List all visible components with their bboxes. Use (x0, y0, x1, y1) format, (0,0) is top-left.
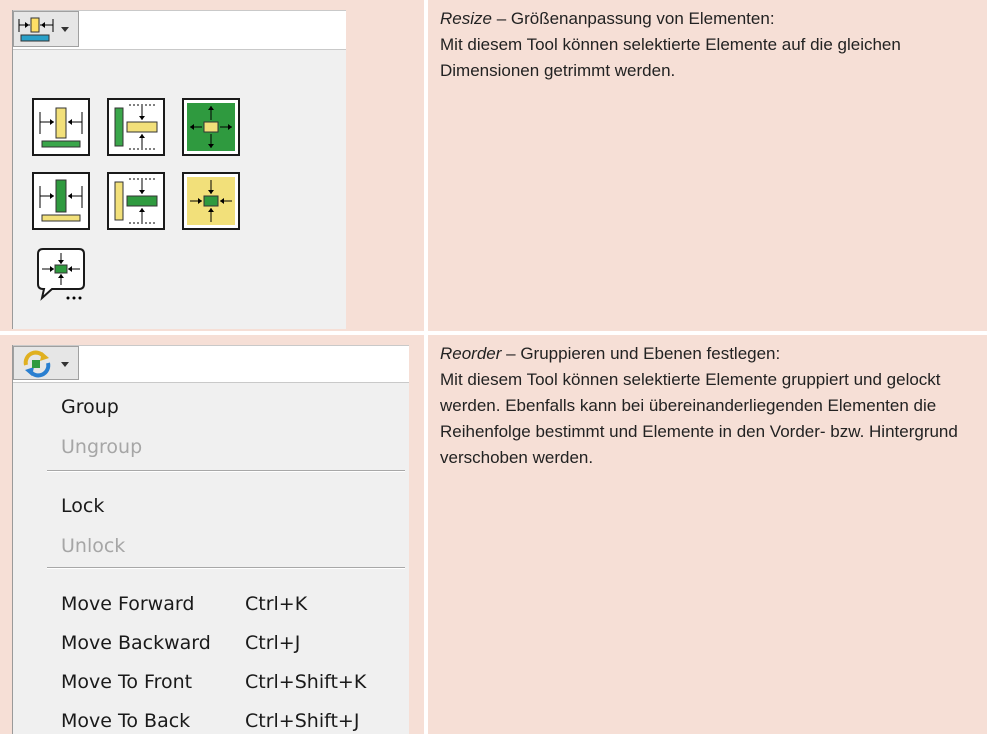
resize-objects-icon (18, 17, 54, 42)
reorder-menu-screenshot: Group Ungroup Lock Unlock Move Forward C… (12, 345, 409, 734)
menu-item-move-forward[interactable]: Move Forward (61, 593, 194, 615)
palette-toolbar (13, 10, 346, 50)
menu-item-move-to-front[interactable]: Move To Front (61, 671, 192, 693)
min-width-icon[interactable] (32, 172, 90, 230)
reorder-image-cell: Group Ungroup Lock Unlock Move Forward C… (0, 335, 424, 734)
reorder-icon (23, 350, 51, 378)
resize-body: Mit diesem Tool können selektierte Eleme… (440, 35, 901, 80)
reorder-description: Reorder – Gruppieren und Ebenen festlege… (440, 341, 970, 471)
reorder-body: Mit diesem Tool können selektierte Eleme… (440, 370, 958, 467)
resize-palette-screenshot (12, 10, 346, 329)
shortcut-move-to-back: Ctrl+Shift+J (245, 710, 360, 732)
menu-separator (47, 567, 405, 569)
resize-image-cell (0, 0, 424, 331)
reorder-dropdown[interactable] (13, 346, 79, 380)
reorder-description-cell: Reorder – Gruppieren und Ebenen festlege… (428, 335, 987, 734)
min-height-icon[interactable] (107, 172, 165, 230)
min-size-icon[interactable] (182, 172, 240, 230)
resize-objects-dropdown[interactable] (13, 11, 79, 47)
resize-description-cell: Resize – Größenanpassung von Elementen: … (428, 0, 987, 331)
resize-description: Resize – Größenanpassung von Elementen: … (440, 6, 970, 84)
shortcut-move-backward: Ctrl+J (245, 632, 301, 654)
menu-separator (47, 470, 405, 472)
menu-item-unlock[interactable]: Unlock (61, 535, 125, 557)
match-height-icon[interactable] (107, 98, 165, 156)
resize-title: Resize (440, 9, 492, 28)
set-size-dialog-icon[interactable] (32, 246, 90, 304)
menu-toolbar (13, 345, 409, 383)
match-width-icon[interactable] (32, 98, 90, 156)
reorder-title-suffix: – Gruppieren und Ebenen festlegen: (501, 344, 781, 363)
menu-item-move-to-back[interactable]: Move To Back (61, 710, 190, 732)
shortcut-move-to-front: Ctrl+Shift+K (245, 671, 367, 693)
menu-item-group[interactable]: Group (61, 396, 119, 418)
menu-item-ungroup[interactable]: Ungroup (61, 436, 142, 458)
chevron-down-icon (61, 362, 69, 367)
max-size-icon[interactable] (182, 98, 240, 156)
chevron-down-icon (61, 27, 69, 32)
reorder-title: Reorder (440, 344, 502, 363)
menu-item-move-backward[interactable]: Move Backward (61, 632, 211, 654)
menu-item-lock[interactable]: Lock (61, 495, 104, 517)
shortcut-move-forward: Ctrl+K (245, 593, 308, 615)
resize-title-suffix: – Größenanpassung von Elementen: (491, 9, 775, 28)
